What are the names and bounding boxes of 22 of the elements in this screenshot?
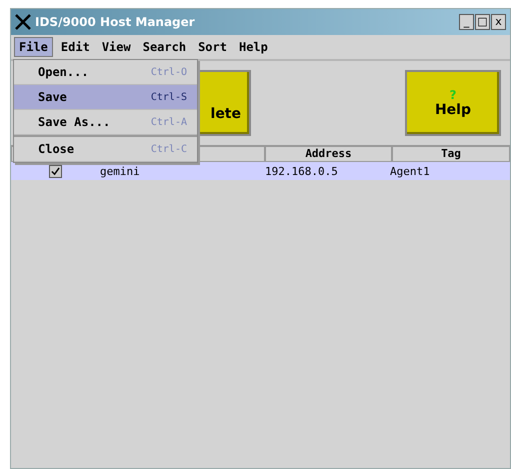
menu-item[interactable]: View <box>98 37 135 57</box>
table-cell-text: Agent1 <box>389 164 431 178</box>
question-mark-icon: ? <box>450 88 456 102</box>
menu-item[interactable]: Sort <box>194 37 231 57</box>
x-logo-icon <box>15 14 31 30</box>
table-cell-text: 192.168.0.5 <box>264 164 339 178</box>
checkbox[interactable] <box>49 164 62 178</box>
menu-option[interactable]: Save Ctrl-S <box>14 85 197 110</box>
column-header[interactable]: Address <box>265 146 392 162</box>
menu-option[interactable]: Close Ctrl-C <box>14 137 197 162</box>
table-cell-text: gemini <box>99 164 141 178</box>
menu-item[interactable]: Search <box>138 37 190 57</box>
window-control-button[interactable]: _ <box>459 14 474 30</box>
column-header[interactable]: Tag <box>392 146 510 162</box>
menu-item[interactable]: Help <box>234 37 272 57</box>
menu-item[interactable]: Edit <box>56 37 94 57</box>
window-control-button[interactable]: x <box>491 14 506 30</box>
table-row[interactable]: gemini 192.168.0.5 Agent1 <box>11 162 510 180</box>
menu-item[interactable]: File <box>14 37 53 57</box>
help-button[interactable]: ? Help <box>405 70 501 136</box>
window-control-button[interactable]: □ <box>475 14 490 30</box>
window-title: IDS/9000 Host Manager <box>35 15 196 29</box>
